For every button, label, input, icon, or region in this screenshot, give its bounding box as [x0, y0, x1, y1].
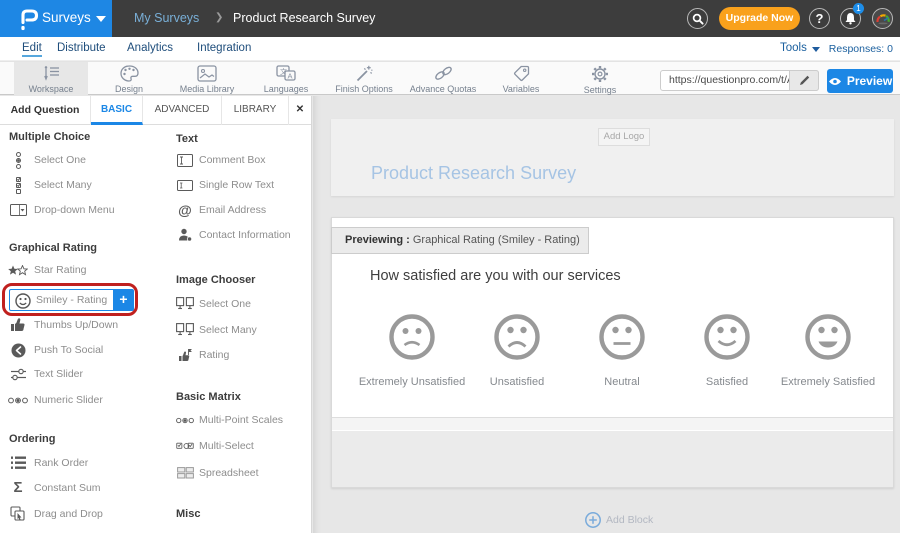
svg-text:A: A: [288, 72, 293, 81]
